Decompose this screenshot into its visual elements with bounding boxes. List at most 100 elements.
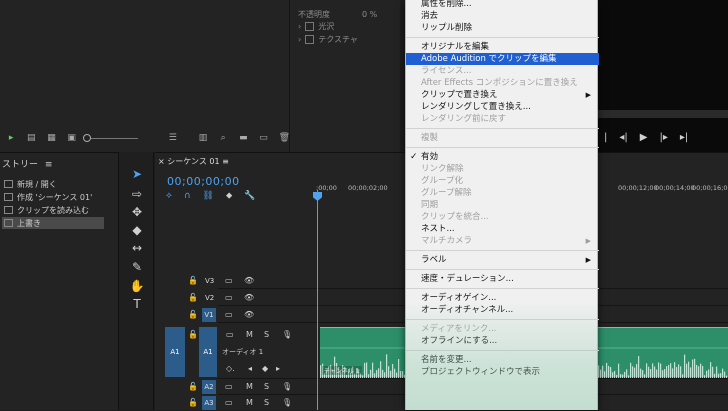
sync-lock-icon[interactable]: ▭ [225, 382, 233, 391]
effect-row-texture[interactable]: › テクスチャ [298, 34, 358, 45]
playhead-line[interactable] [317, 190, 318, 410]
menu-item[interactable]: ラベル ▶ [406, 254, 599, 266]
history-item[interactable]: 作成 'シーケンス 01' [2, 191, 104, 203]
chevron-right-icon[interactable]: › [298, 35, 301, 44]
mute-button[interactable]: M [246, 398, 253, 407]
hand-tool-icon[interactable]: ✋ [129, 278, 145, 294]
menu-item[interactable]: 有効 ✓ [406, 151, 599, 163]
play-icon[interactable]: ▸ [6, 133, 16, 143]
step-back-icon[interactable]: ◂| [619, 132, 627, 143]
menu-item[interactable]: クリップで置き換え ▶ [406, 89, 599, 101]
lock-icon[interactable]: 🔓 [188, 330, 198, 339]
razor-tool-icon[interactable]: ◆ [129, 222, 145, 238]
close-icon[interactable]: × [158, 157, 165, 166]
play-icon[interactable]: ▶ [640, 132, 648, 143]
timeline-timecode[interactable]: 00;00;00;00 [167, 175, 240, 188]
menu-item[interactable]: オーディオゲイン... [406, 292, 599, 304]
track-select-tool-icon[interactable]: ⇨ [129, 186, 145, 202]
track-target-a3[interactable]: A3 [202, 396, 216, 410]
menu-item[interactable]: オーディオチャンネル... [406, 304, 599, 316]
audio-track-name[interactable]: オーディオ 1 [222, 347, 263, 357]
lock-icon[interactable]: 🔓 [188, 276, 198, 285]
add-marker-icon[interactable]: ⬥ [226, 191, 232, 201]
add-keyframe-icon[interactable]: ◆ [262, 364, 268, 373]
microphone-icon[interactable]: 🎙 [282, 398, 292, 407]
icon-view-icon[interactable]: ▦ [46, 133, 56, 143]
menu-item[interactable]: オフラインにする... [406, 335, 599, 347]
fx-toggle-icon[interactable] [305, 22, 315, 31]
slip-tool-icon[interactable]: ↔ [129, 240, 145, 256]
microphone-icon[interactable]: 🎙 [282, 382, 292, 391]
lock-icon[interactable]: 🔓 [188, 293, 198, 302]
track-target-v1[interactable]: V1 [202, 308, 216, 322]
snap-icon[interactable]: ∩ [184, 191, 191, 201]
mute-button[interactable]: M [246, 382, 253, 391]
solo-button[interactable]: S [264, 398, 269, 407]
menu-item[interactable]: リップル削除 [406, 22, 599, 34]
menu-item[interactable]: 速度・デュレーション... [406, 273, 599, 285]
eye-icon[interactable]: 👁 [244, 276, 254, 285]
lock-icon[interactable]: 🔓 [188, 382, 198, 391]
source-patch-a1[interactable]: A1 [165, 327, 185, 377]
go-to-in-icon[interactable]: | [604, 132, 607, 143]
linked-selection-icon[interactable]: ⛓ [203, 191, 214, 201]
type-tool-icon[interactable]: T [129, 296, 145, 312]
lock-icon[interactable]: 🔓 [188, 398, 198, 407]
history-item[interactable]: クリップを読み込む [2, 204, 104, 216]
list-view-icon[interactable]: ▤ [26, 133, 36, 143]
new-item-icon[interactable]: ▭ [258, 133, 268, 143]
track-name[interactable]: V2 [205, 294, 214, 302]
hamburger-icon[interactable]: ≡ [222, 157, 229, 166]
sync-lock-icon[interactable]: ▭ [225, 310, 233, 319]
eye-icon[interactable]: 👁 [244, 310, 254, 319]
track-target-a1[interactable]: A1 [199, 327, 217, 377]
wrench-icon[interactable]: 🔧 [244, 191, 255, 201]
sort-icon[interactable]: ☰ [168, 133, 178, 143]
history-item[interactable]: 新規 / 開く [2, 178, 104, 190]
mute-button[interactable]: M [246, 330, 253, 339]
hamburger-icon[interactable]: ≡ [45, 160, 53, 170]
menu-item[interactable]: ネスト... [406, 223, 599, 235]
menu-item[interactable]: オリジナルを編集 [406, 41, 599, 53]
prev-keyframe-icon[interactable]: ◂ [248, 364, 252, 373]
sync-lock-icon[interactable]: ▭ [225, 276, 233, 285]
effect-row-gloss[interactable]: › 光沢 [298, 21, 334, 32]
nest-toggle-icon[interactable]: ⟡ [166, 191, 172, 201]
menu-item[interactable]: レンダリングして置き換え... [406, 101, 599, 113]
track-name[interactable]: V3 [205, 277, 214, 285]
menu-item[interactable]: 消去 [406, 10, 599, 22]
selection-tool-icon[interactable]: ➤ [129, 166, 145, 182]
ripple-edit-tool-icon[interactable]: ✥ [129, 204, 145, 220]
menu-item[interactable]: Adobe Audition でクリップを編集 [406, 53, 599, 65]
sequence-tab[interactable]: × シーケンス 01 ≡ [158, 156, 229, 167]
solo-button[interactable]: S [264, 330, 269, 339]
lock-icon[interactable]: 🔓 [188, 310, 198, 319]
menu-item[interactable]: 名前を変更... [406, 354, 599, 366]
chevron-right-icon[interactable]: › [298, 22, 301, 31]
menu-item[interactable]: 属性を削除... [406, 0, 599, 10]
microphone-icon[interactable]: 🎙 [282, 330, 292, 339]
solo-button[interactable]: S [264, 382, 269, 391]
pen-tool-icon[interactable]: ✎ [129, 259, 145, 275]
zoom-slider-handle[interactable] [82, 133, 91, 142]
step-forward-icon[interactable]: |▸ [659, 132, 667, 143]
program-timebar[interactable] [598, 110, 728, 118]
sync-lock-icon[interactable]: ▭ [226, 330, 234, 339]
sync-lock-icon[interactable]: ▭ [225, 398, 233, 407]
eye-icon[interactable]: 👁 [244, 293, 254, 302]
automate-to-sequence-icon[interactable]: ▥ [198, 133, 208, 143]
history-item-selected[interactable]: 上書き [2, 217, 104, 229]
keyframe-nav-icon[interactable]: ◇. [226, 364, 235, 373]
track-target-a2[interactable]: A2 [202, 380, 216, 394]
trash-icon[interactable]: 🗑 [279, 133, 290, 143]
fx-toggle-icon[interactable] [305, 35, 315, 44]
go-to-out-icon[interactable]: ▸| [680, 132, 688, 143]
menu-item[interactable]: プロジェクトウィンドウで表示 [406, 366, 599, 378]
history-panel-title[interactable]: ストリー ≡ [2, 157, 52, 170]
next-keyframe-icon[interactable]: ▸ [276, 364, 280, 373]
sync-lock-icon[interactable]: ▭ [225, 293, 233, 302]
zoom-slider[interactable] [82, 133, 138, 142]
freeform-view-icon[interactable]: ▣ [67, 133, 77, 143]
new-bin-icon[interactable]: ▬ [238, 133, 248, 143]
find-icon[interactable]: ⌕ [218, 133, 228, 143]
